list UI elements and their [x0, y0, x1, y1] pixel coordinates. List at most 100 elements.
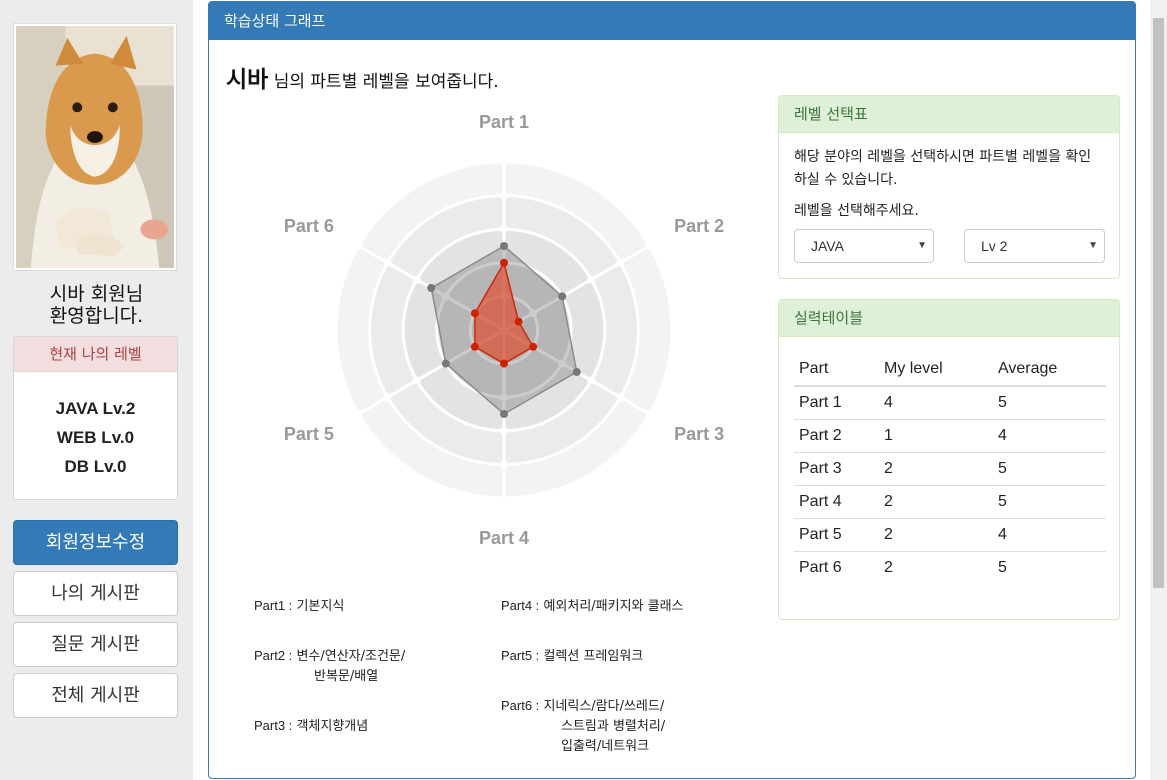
cell-my-level: 1	[879, 419, 993, 453]
radar-data-point	[470, 342, 479, 351]
learning-status-card: 학습상태 그래프 시바 님의 파트별 레벨을 보여줍니다. Part 1 Part…	[208, 1, 1136, 779]
intro-text: 시바 님의 파트별 레벨을 보여줍니다.	[226, 60, 499, 94]
radar-data-point	[529, 342, 538, 351]
table-row: Part 325	[794, 452, 1106, 486]
legend-part6: Part6 : 지네릭스/람다/쓰레드/ 스트림과 병렬처리/ 입출력/네트워크	[501, 696, 665, 757]
profile-photo	[13, 23, 177, 271]
cell-part: Part 4	[794, 485, 879, 519]
cell-part: Part 6	[799, 558, 842, 576]
header-my-level: My level	[879, 352, 993, 387]
cell-average: 5	[993, 452, 1106, 486]
scrollbar-thumb[interactable]	[1153, 18, 1164, 588]
radar-category-label: Part 2	[674, 216, 724, 236]
cell-my-level: 2	[879, 452, 993, 486]
radar-category-label: Part 6	[284, 216, 334, 236]
table-row: Part 524	[794, 518, 1106, 552]
level-select-panel: 레벨 선택표 해당 분야의 레벨을 선택하시면 파트별 레벨을 확인하실 수 있…	[778, 95, 1120, 279]
legend-part3-key: Part3 :	[254, 718, 293, 733]
cell-my-level: 2	[879, 518, 993, 552]
cell-average: 5	[993, 386, 1106, 420]
legend-part5-text: 컬렉션 프레임워크	[543, 649, 644, 664]
radar-data-point	[441, 359, 450, 368]
radar-grid-node	[383, 258, 392, 267]
legend-part4-text: 예외처리/패키지와 클래스	[543, 599, 684, 614]
legend-part6-text-2: 스트림과 병렬처리/	[561, 719, 666, 734]
legend-part4-key: Part4 :	[501, 598, 540, 613]
radar-grid-node	[500, 191, 508, 200]
card-title: 학습상태 그래프	[209, 2, 1135, 40]
cell-part: Part 5	[794, 518, 879, 552]
legend-part3-text: 객체지향개념	[296, 719, 369, 734]
edit-member-info-button[interactable]: 회원정보수정	[13, 520, 178, 565]
radar-grid-node	[412, 376, 421, 385]
sidebar: 시바 회원님 환영합니다. 현재 나의 레벨 JAVA Lv.2 WEB Lv.…	[0, 0, 193, 780]
dropdown-arrow-icon: ▼	[917, 240, 927, 251]
radar-data-point	[427, 284, 436, 292]
skill-table-panel: 실력테이블 Part My level Average Part 145 Par…	[778, 299, 1120, 620]
skill-table-title: 실력테이블	[779, 300, 1119, 337]
radar-data-point	[470, 309, 479, 318]
legend-part1: Part1 : 기본지식	[254, 596, 344, 617]
user-name: 시바	[226, 67, 269, 93]
legend-part2-text: 변수/연산자/조건문/	[296, 649, 406, 664]
scrollbar[interactable]	[1150, 0, 1167, 780]
radar-category-label: Part 4	[479, 528, 529, 548]
radar-grid-node	[500, 494, 508, 502]
radar-category-label: Part 3	[674, 424, 724, 444]
table-row: Part 214	[794, 419, 1106, 453]
all-board-button[interactable]: 전체 게시판	[13, 673, 178, 718]
cell-average: 4	[993, 419, 1106, 453]
welcome-line-1: 시바 회원님	[49, 283, 144, 305]
question-board-button[interactable]: 질문 게시판	[13, 622, 178, 667]
cell-part: Part 1	[794, 386, 879, 420]
radar-grid-node	[500, 460, 508, 469]
radar-data-point	[500, 258, 508, 267]
radar-data-point	[500, 410, 508, 418]
welcome-line-2: 환영합니다.	[49, 305, 144, 327]
intro-rest: 님의 파트별 레벨을 보여줍니다.	[268, 72, 499, 92]
radar-data-point	[558, 292, 567, 301]
level-select-title: 레벨 선택표	[779, 96, 1119, 133]
cell-my-level: 4	[879, 386, 993, 420]
header-average: Average	[993, 352, 1106, 387]
level-select[interactable]: Lv 2 ▼	[964, 229, 1105, 263]
level-select-value: Lv 2	[981, 238, 1008, 254]
table-row: Part 145	[794, 386, 1106, 420]
radar-chart: Part 1 Part 2 Part 3 Part 4 Part 5 Part 6	[284, 112, 724, 548]
level-select-prompt: 레벨을 선택해주세요.	[794, 203, 919, 219]
my-board-button[interactable]: 나의 게시판	[13, 571, 178, 616]
legend-part4: Part4 : 예외처리/패키지와 클래스	[501, 596, 684, 617]
radar-data-point	[500, 359, 508, 368]
legend-part2: Part2 : 변수/연산자/조건문/ 반복문/배열	[254, 646, 405, 687]
main-content: 학습상태 그래프 시바 님의 파트별 레벨을 보여줍니다. Part 1 Part…	[193, 0, 1150, 780]
subject-select[interactable]: JAVA ▼	[794, 229, 934, 263]
legend-part6-text-3: 입출력/네트워크	[561, 739, 650, 754]
my-level-panel: 현재 나의 레벨 JAVA Lv.2 WEB Lv.0 DB Lv.0	[13, 336, 178, 500]
radar-grid-node	[587, 275, 596, 284]
radar-grid-node	[354, 410, 363, 418]
level-db: DB Lv.0	[64, 457, 127, 476]
radar-grid-node	[354, 242, 363, 250]
subject-select-value: JAVA	[811, 238, 844, 254]
legend-part5: Part5 : 컬렉션 프레임워크	[501, 646, 643, 667]
radar-grid-node	[645, 242, 654, 250]
table-row: Part 425	[794, 485, 1106, 519]
legend-part1-text: 기본지식	[296, 599, 345, 614]
radar-category-label: Part 1	[479, 112, 529, 132]
dropdown-arrow-icon: ▼	[1088, 240, 1098, 251]
my-level-panel-title: 현재 나의 레벨	[14, 337, 177, 372]
table-header-row: Part My level Average	[794, 352, 1106, 387]
level-web: WEB Lv.0	[56, 428, 135, 447]
radar-grid-node	[500, 426, 508, 435]
radar-grid-node	[616, 258, 625, 267]
cell-part: Part 2	[794, 419, 879, 453]
cell-average: 5	[998, 558, 1007, 576]
legend-part1-key: Part1 :	[254, 598, 293, 613]
level-select-description: 해당 분야의 레벨을 선택하시면 파트별 레벨을 확인하실 수 있습니다.	[794, 149, 1092, 188]
cell-my-level: 2	[884, 558, 893, 576]
legend-part6-text: 지네릭스/람다/쓰레드/	[543, 699, 665, 714]
legend-part3: Part3 : 객체지향개념	[254, 716, 368, 737]
cell-my-level: 2	[879, 485, 993, 519]
cell-average: 4	[993, 518, 1106, 552]
radar-grid-node	[616, 393, 625, 402]
